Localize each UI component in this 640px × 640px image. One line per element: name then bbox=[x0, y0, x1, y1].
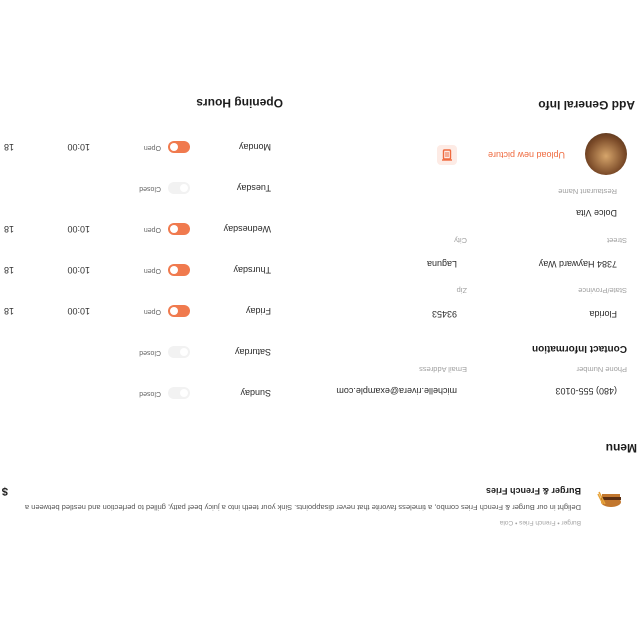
open-time[interactable]: 10:00 bbox=[67, 142, 90, 152]
open-time[interactable]: 10:00 bbox=[67, 265, 90, 275]
delete-picture-button[interactable] bbox=[437, 145, 457, 165]
restaurant-name-label: Restaurant Name bbox=[558, 187, 617, 196]
menu-item-name: Burger & French Fries bbox=[485, 486, 581, 496]
open-time[interactable]: 10:00 bbox=[67, 224, 90, 234]
day-status: Open bbox=[143, 226, 161, 233]
day-status: Open bbox=[143, 308, 161, 315]
menu-item-tags: Burger • French Fries • Cola bbox=[499, 519, 581, 526]
state-input[interactable]: Florida bbox=[589, 309, 617, 319]
day-toggle-monday[interactable] bbox=[168, 141, 190, 153]
street-label: Street bbox=[606, 236, 627, 245]
email-input[interactable]: michelle.rivera@example.com bbox=[336, 386, 457, 396]
day-label: Monday bbox=[238, 142, 271, 152]
day-toggle-saturday[interactable] bbox=[168, 346, 190, 358]
day-label: Tuesday bbox=[236, 183, 271, 193]
day-status: Open bbox=[143, 267, 161, 274]
open-time[interactable]: 10:00 bbox=[67, 306, 90, 316]
general-info-title: Add General Info bbox=[538, 98, 635, 112]
zip-label: Zip bbox=[456, 286, 467, 295]
trash-icon bbox=[442, 149, 452, 161]
city-input[interactable]: Laguna bbox=[427, 259, 457, 269]
day-toggle-sunday[interactable] bbox=[168, 387, 190, 399]
day-toggle-wednesday[interactable] bbox=[168, 223, 190, 235]
day-status: Closed bbox=[139, 390, 161, 397]
close-time[interactable]: 18 bbox=[4, 306, 14, 316]
restaurant-avatar bbox=[585, 133, 627, 175]
email-label: Email Address bbox=[419, 365, 467, 374]
restaurant-name-input[interactable]: Dolce Vita bbox=[576, 208, 617, 218]
day-label: Thursday bbox=[233, 265, 271, 275]
day-status: Closed bbox=[139, 349, 161, 356]
day-status: Closed bbox=[139, 185, 161, 192]
phone-input[interactable]: (480) 555-0103 bbox=[555, 386, 617, 396]
restaurant-settings-page: Add General Info Upload new picture Rest… bbox=[0, 0, 640, 640]
close-time[interactable]: 18 bbox=[4, 224, 14, 234]
city-label: City bbox=[454, 236, 467, 245]
phone-label: Phone Number bbox=[576, 365, 627, 374]
day-label: Sunday bbox=[240, 388, 271, 398]
day-label: Saturday bbox=[234, 347, 271, 357]
close-time[interactable]: 18 bbox=[4, 265, 14, 275]
upload-picture-button[interactable]: Upload new picture bbox=[488, 150, 565, 160]
menu-item-price: $ bbox=[1, 485, 8, 497]
day-status: Open bbox=[143, 144, 161, 151]
zip-input[interactable]: 93453 bbox=[432, 309, 457, 319]
close-time[interactable]: 18 bbox=[4, 142, 14, 152]
day-label: Wednesday bbox=[223, 224, 271, 234]
contact-title: Contact Information bbox=[532, 343, 627, 354]
state-label: State/Province bbox=[578, 286, 627, 295]
day-toggle-thursday[interactable] bbox=[168, 264, 190, 276]
menu-item-description: Delight in our Burger & French Fries com… bbox=[25, 503, 581, 512]
burger-icon bbox=[597, 491, 621, 507]
street-input[interactable]: 7384 Hayward Way bbox=[539, 259, 617, 269]
day-label: Friday bbox=[245, 306, 271, 316]
day-toggle-friday[interactable] bbox=[168, 305, 190, 317]
menu-title: Menu bbox=[605, 441, 637, 455]
day-toggle-tuesday[interactable] bbox=[168, 182, 190, 194]
opening-hours-title: Opening Hours bbox=[196, 96, 283, 110]
menu-item-thumbnail bbox=[597, 484, 625, 512]
